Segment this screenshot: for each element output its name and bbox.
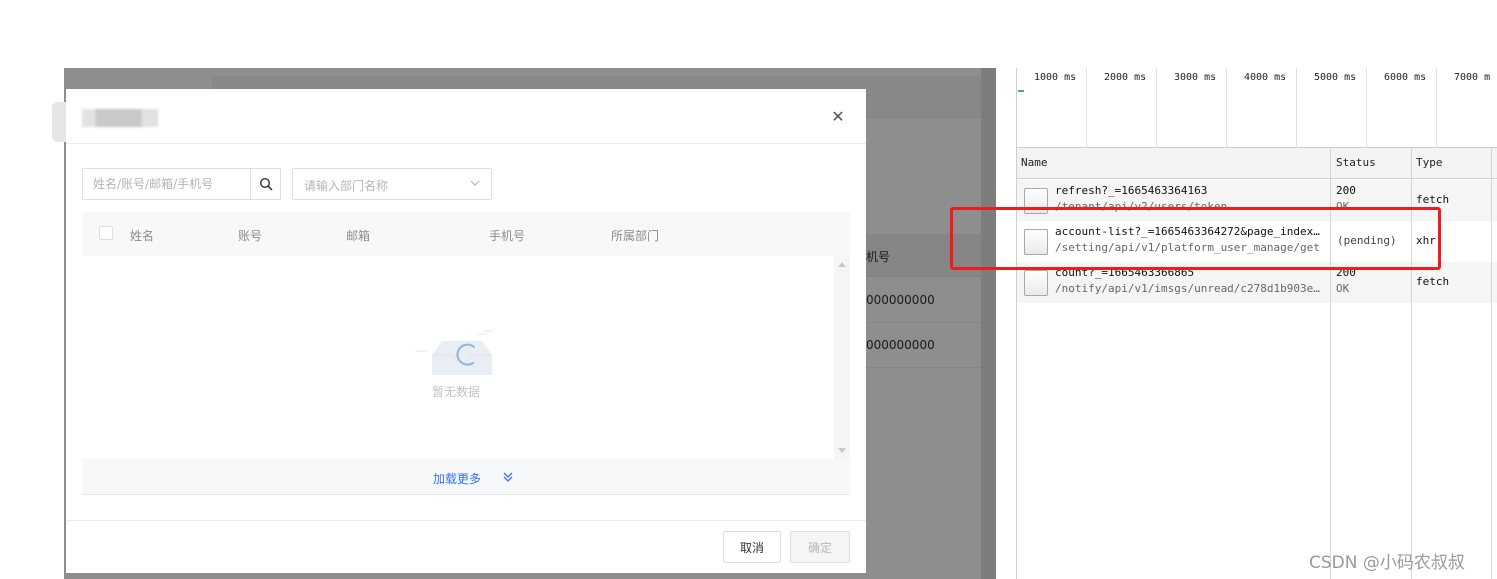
request-name: account-list?_=1665463364272&page_index… <box>1055 225 1320 238</box>
network-table-header: Name Status Type <box>1017 148 1497 179</box>
load-more-label: 加载更多 <box>433 472 482 486</box>
watermark: CSDN @小码农叔叔 <box>1309 553 1465 573</box>
timeline-gridline <box>1366 68 1367 148</box>
network-timeline[interactable]: 1000 ms 2000 ms 3000 ms 4000 ms 5000 ms … <box>1017 68 1497 148</box>
request-status: 200 <box>1336 184 1356 197</box>
timeline-tick-label: 1000 ms <box>1034 72 1077 83</box>
timeline-tick-label: 7000 m <box>1454 72 1491 83</box>
department-select[interactable]: 请输入部门名称 <box>292 168 492 200</box>
scroll-up-arrow-icon[interactable] <box>838 262 846 267</box>
request-type: fetch <box>1416 275 1450 288</box>
department-select-placeholder: 请输入部门名称 <box>304 179 389 193</box>
timeline-tick-label: 3000 ms <box>1174 72 1217 83</box>
column-divider[interactable] <box>1411 148 1412 579</box>
request-status: (pending) <box>1337 234 1397 247</box>
request-path: /tenant/api/v2/users/token <box>1055 200 1228 213</box>
select-user-dialog: ✕ 请输入部门名称 姓名 账号 邮箱 手机号 所属部门 <box>66 89 866 573</box>
devtools-network-panel: 1000 ms 2000 ms 3000 ms 4000 ms 5000 ms … <box>1016 68 1497 579</box>
background-cell-phone: 000000000 <box>866 338 935 352</box>
request-path: /notify/api/v1/imsgs/unread/c278d1b903e… <box>1055 282 1320 295</box>
column-header-email: 邮箱 <box>346 229 371 243</box>
request-status-text: OK <box>1336 282 1350 295</box>
document-icon <box>1024 229 1048 255</box>
column-header-name[interactable]: Name <box>1021 156 1048 169</box>
empty-box-icon <box>415 330 493 375</box>
table-scrollbar[interactable] <box>834 256 850 459</box>
load-more-button[interactable]: 加载更多 <box>82 459 850 495</box>
background-column-phone: 机号 <box>866 250 891 264</box>
request-row-refresh[interactable]: refresh?_=1665463364163 /tenant/api/v2/u… <box>1017 180 1497 221</box>
request-path: /setting/api/v1/platform_user_manage/get <box>1055 241 1320 254</box>
timeline-gridline <box>1296 68 1297 148</box>
timeline-gridline <box>1086 68 1087 148</box>
column-divider[interactable] <box>1330 148 1331 579</box>
select-all-checkbox[interactable] <box>99 226 113 240</box>
timeline-tick-label: 6000 ms <box>1384 72 1427 83</box>
document-icon <box>1024 188 1048 214</box>
user-search-box <box>82 168 281 200</box>
request-row-count[interactable]: count?_=1665463366865 /notify/api/v1/ims… <box>1017 262 1497 303</box>
request-status: 200 <box>1336 266 1356 279</box>
chevron-down-icon <box>470 180 480 186</box>
cancel-button[interactable]: 取消 <box>723 531 781 563</box>
dialog-header-divider <box>66 143 866 144</box>
table-body: 暂无数据 <box>82 256 834 459</box>
search-icon <box>259 177 272 191</box>
column-header-name: 姓名 <box>130 229 155 243</box>
request-name: count?_=1665463366865 <box>1055 266 1195 279</box>
request-name: refresh?_=1665463364163 <box>1055 184 1208 197</box>
timeline-tick-label: 5000 ms <box>1314 72 1357 83</box>
double-chevron-down-icon <box>503 472 513 482</box>
scroll-down-arrow-icon[interactable] <box>838 448 846 453</box>
column-header-account: 账号 <box>238 229 263 243</box>
timeline-tick-label: 4000 ms <box>1244 72 1287 83</box>
timeline-tick-label: 2000 ms <box>1104 72 1147 83</box>
user-table: 姓名 账号 邮箱 手机号 所属部门 暂无数据 加载更多 <box>82 212 850 495</box>
column-divider[interactable] <box>1491 148 1492 579</box>
search-input[interactable] <box>83 169 250 199</box>
timeline-gridline <box>1436 68 1437 148</box>
timeline-gridline <box>1156 68 1157 148</box>
close-icon[interactable]: ✕ <box>830 109 846 125</box>
search-button[interactable] <box>250 169 280 199</box>
timeline-marker <box>1018 90 1024 92</box>
request-type: xhr <box>1416 234 1436 247</box>
confirm-button[interactable]: 确定 <box>790 531 850 563</box>
background-cell-phone: 000000000 <box>866 293 935 307</box>
empty-text: 暂无数据 <box>432 385 481 399</box>
timeline-gridline <box>1226 68 1227 148</box>
column-header-type[interactable]: Type <box>1416 156 1443 169</box>
column-header-department: 所属部门 <box>611 229 660 243</box>
document-icon <box>1024 270 1048 296</box>
request-type: fetch <box>1416 193 1450 206</box>
dialog-title-redacted <box>82 109 158 127</box>
background-scrollbar <box>981 68 996 579</box>
request-row-account-list[interactable]: account-list?_=1665463364272&page_index…… <box>1017 221 1497 262</box>
column-header-status[interactable]: Status <box>1336 156 1376 169</box>
request-status-text: OK <box>1336 200 1350 213</box>
table-header: 姓名 账号 邮箱 手机号 所属部门 <box>82 212 850 256</box>
dialog-footer-divider <box>66 520 866 521</box>
column-header-phone: 手机号 <box>489 229 526 243</box>
